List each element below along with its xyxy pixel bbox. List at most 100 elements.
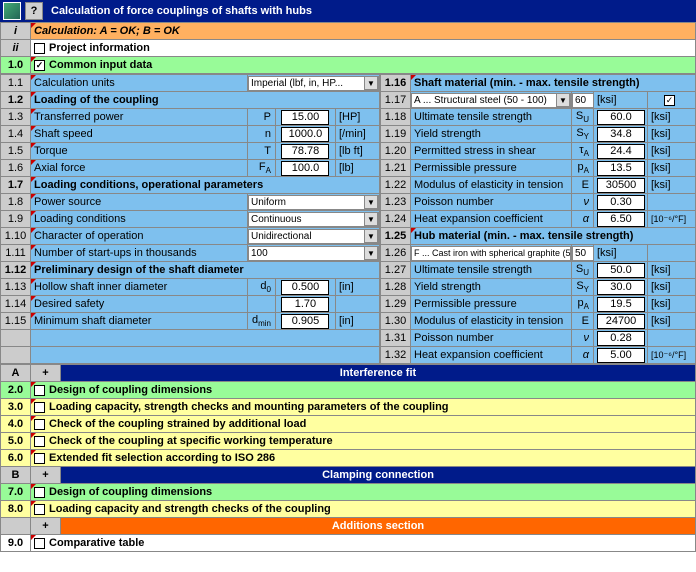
- sec-9[interactable]: Comparative table: [31, 535, 696, 552]
- symbol: SU: [572, 262, 594, 279]
- label: Poisson number: [411, 194, 572, 211]
- unit: [in]: [335, 279, 379, 296]
- unit: [ksi]: [648, 262, 696, 279]
- power-input[interactable]: 15.00: [281, 110, 329, 125]
- pa2-input[interactable]: 19.5: [597, 297, 645, 312]
- shaft-material-select[interactable]: A ... Structural steel (50 - 100)▼: [411, 93, 571, 108]
- row-num: 1.29: [381, 296, 411, 313]
- symbol: SU: [572, 109, 594, 126]
- row-num: 2.0: [1, 382, 31, 399]
- chevron-down-icon: ▼: [364, 76, 378, 90]
- unchecked-icon: [34, 419, 45, 430]
- row-num: 1.7: [1, 177, 31, 194]
- label: Desired safety: [31, 296, 248, 313]
- e-input[interactable]: 30500: [597, 178, 645, 193]
- safety-input[interactable]: 1.70: [281, 297, 329, 312]
- row-num: 1.5: [1, 143, 31, 160]
- unit: [HP]: [335, 109, 379, 126]
- axial-input[interactable]: 100.0: [281, 161, 329, 176]
- project-info-toggle[interactable]: Project information: [31, 40, 696, 57]
- hub-strength-select[interactable]: 50▼: [572, 246, 594, 261]
- input-region: 1.1Calculation unitsImperial (lbf, in, H…: [0, 74, 696, 364]
- row-num: 1.17: [381, 92, 411, 109]
- chevron-down-icon: ▼: [364, 212, 378, 226]
- row-num: 7.0: [1, 484, 31, 501]
- symbol: ν: [572, 194, 594, 211]
- label: Permissible pressure: [411, 160, 572, 177]
- operation-select[interactable]: Unidirectional▼: [248, 229, 379, 244]
- unchecked-icon: [34, 453, 45, 464]
- startups-select[interactable]: 100▼: [248, 246, 379, 261]
- label: Ultimate tensile strength: [411, 109, 572, 126]
- symbol: pA: [572, 296, 594, 313]
- symbol: n: [247, 126, 275, 143]
- nu-input[interactable]: 0.30: [597, 195, 645, 210]
- unchecked-icon: [34, 43, 45, 54]
- sy-input[interactable]: 34.8: [597, 127, 645, 142]
- section-common-input[interactable]: Common input data: [31, 57, 696, 74]
- chevron-down-icon: ▼: [364, 195, 378, 209]
- sec-3[interactable]: Loading capacity, strength checks and mo…: [31, 399, 696, 416]
- symbol: [247, 296, 275, 313]
- section-clamping: Clamping connection: [61, 467, 696, 484]
- sec-2[interactable]: Design of coupling dimensions: [31, 382, 696, 399]
- su-input[interactable]: 60.0: [597, 110, 645, 125]
- unit: [lb ft]: [335, 143, 379, 160]
- su2-input[interactable]: 50.0: [597, 263, 645, 278]
- sy2-input[interactable]: 30.0: [597, 280, 645, 295]
- symbol: pA: [572, 160, 594, 177]
- unit: [10⁻⁶/°F]: [648, 347, 696, 364]
- row-num: 4.0: [1, 416, 31, 433]
- inner-dia-input[interactable]: 0.500: [281, 280, 329, 295]
- nu2-input[interactable]: 0.28: [597, 331, 645, 346]
- app-title: Calculation of force couplings of shafts…: [51, 5, 312, 17]
- alpha-input[interactable]: 6.50: [597, 212, 645, 227]
- row-num-i: i: [1, 23, 31, 40]
- unchecked-icon: [34, 504, 45, 515]
- unit: [ksi]: [594, 245, 648, 262]
- symbol: P: [247, 109, 275, 126]
- e2-input[interactable]: 24700: [597, 314, 645, 329]
- sec-4[interactable]: Check of the coupling strained by additi…: [31, 416, 696, 433]
- unit: [ksi]: [648, 177, 696, 194]
- row-num: 1.12: [1, 262, 31, 279]
- expand-button[interactable]: +: [31, 467, 61, 484]
- sec-5[interactable]: Check of the coupling at specific workin…: [31, 433, 696, 450]
- shaft-strength-select[interactable]: 60▼: [572, 93, 594, 108]
- label: Axial force: [31, 160, 248, 177]
- row-num: 1.1: [1, 75, 31, 92]
- symbol: α: [572, 347, 594, 364]
- speed-input[interactable]: 1000.0: [281, 127, 329, 142]
- row-num: 8.0: [1, 501, 31, 518]
- power-source-select[interactable]: Uniform▼: [248, 195, 379, 210]
- alpha2-input[interactable]: 5.00: [597, 348, 645, 363]
- label: Modulus of elasticity in tension: [411, 313, 572, 330]
- row-num: 1.32: [381, 347, 411, 364]
- sec-8[interactable]: Loading capacity and strength checks of …: [31, 501, 696, 518]
- row-num: 1.15: [1, 313, 31, 330]
- unit: [lb]: [335, 160, 379, 177]
- symbol: T: [247, 143, 275, 160]
- label: Heat expansion coefficient: [411, 211, 572, 228]
- row-num: 1.21: [381, 160, 411, 177]
- expand-button[interactable]: +: [31, 518, 61, 535]
- help-button[interactable]: ?: [25, 2, 43, 20]
- row-num-ii: ii: [1, 40, 31, 57]
- unit: [ksi]: [648, 279, 696, 296]
- pa-input[interactable]: 13.5: [597, 161, 645, 176]
- hub-material-select[interactable]: F ... Cast iron with spherical graphite …: [411, 246, 571, 261]
- sec-7[interactable]: Design of coupling dimensions: [31, 484, 696, 501]
- check-icon[interactable]: [664, 95, 675, 106]
- label: Number of start-ups in thousands: [31, 245, 248, 262]
- units-select[interactable]: Imperial (lbf, in, HP...▼: [248, 76, 379, 91]
- sec-6[interactable]: Extended fit selection according to ISO …: [31, 450, 696, 467]
- section-additions: Additions section: [61, 518, 696, 535]
- loading-cond-select[interactable]: Continuous▼: [248, 212, 379, 227]
- expand-button[interactable]: +: [31, 365, 61, 382]
- row-num: 1.22: [381, 177, 411, 194]
- row-num: 1.13: [1, 279, 31, 296]
- label: Loading conditions: [31, 211, 248, 228]
- tau-input[interactable]: 24.4: [597, 144, 645, 159]
- row-num: 1.26: [381, 245, 411, 262]
- row-num: 1.24: [381, 211, 411, 228]
